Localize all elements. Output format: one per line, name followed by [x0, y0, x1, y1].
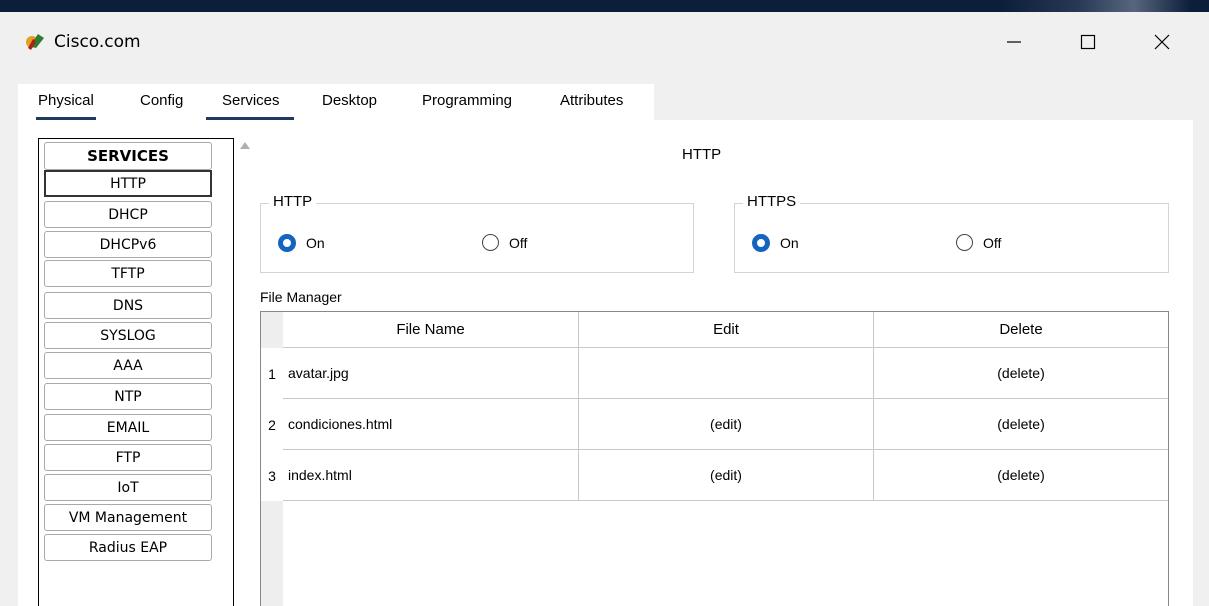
radio-selected-icon [752, 234, 770, 252]
tab-attributes[interactable]: Attributes [560, 92, 623, 116]
https-groupbox: HTTPS On Off [734, 193, 1169, 273]
file-manager-label: File Manager [260, 289, 342, 305]
row-number: 1 [261, 348, 283, 399]
delete-link[interactable]: (delete) [874, 450, 1168, 501]
edit-link[interactable]: (edit) [579, 399, 874, 450]
tab-desktop[interactable]: Desktop [322, 92, 377, 116]
radio-label: On [306, 235, 325, 251]
service-ntp[interactable]: NTP [44, 383, 212, 410]
tab-services[interactable]: Services [206, 92, 294, 120]
services-scrollbar[interactable] [236, 138, 258, 606]
service-dhcpv6[interactable]: DHCPv6 [44, 231, 212, 258]
edit-link[interactable] [579, 348, 874, 399]
https-off-radio[interactable]: Off [956, 234, 1001, 251]
services-header: SERVICES [44, 142, 212, 170]
file-name-cell: condiciones.html [283, 399, 579, 450]
radio-unselected-icon [956, 234, 973, 251]
service-aaa[interactable]: AAA [44, 352, 212, 379]
radio-unselected-icon [482, 234, 499, 251]
row-number: 2 [261, 399, 283, 450]
tab-label: Config [140, 92, 184, 109]
http-group-legend: HTTP [269, 193, 317, 210]
service-iot[interactable]: IoT [44, 474, 212, 501]
edit-link[interactable]: (edit) [579, 450, 874, 501]
radio-selected-icon [278, 234, 296, 252]
maximize-button[interactable] [1068, 24, 1108, 60]
column-header-file-name: File Name [283, 312, 579, 348]
tab-config[interactable]: Config [140, 92, 183, 116]
tab-label: Attributes [560, 92, 624, 109]
page-title: HTTP [682, 146, 722, 163]
http-groupbox: HTTP On Off [260, 193, 694, 273]
service-syslog[interactable]: SYSLOG [44, 322, 212, 349]
http-on-radio[interactable]: On [278, 234, 325, 252]
service-email[interactable]: EMAIL [44, 414, 212, 441]
radio-label: Off [509, 234, 528, 251]
tab-programming[interactable]: Programming [422, 92, 512, 116]
file-name-cell: avatar.jpg [283, 348, 579, 399]
tab-label: Programming [422, 92, 513, 109]
services-list: SERVICES HTTP DHCP DHCPv6 TFTP DNS SYSLO… [38, 138, 234, 606]
window-title: Cisco.com [54, 32, 141, 52]
tab-physical[interactable]: Physical [36, 92, 96, 120]
table-row: 1 avatar.jpg (delete) [261, 348, 1168, 399]
service-http[interactable]: HTTP [44, 170, 212, 197]
service-dns[interactable]: DNS [44, 292, 212, 319]
service-vm-management[interactable]: VM Management [44, 504, 212, 531]
close-icon [1154, 34, 1170, 50]
file-manager-table: File Name Edit Delete 1 avatar.jpg (dele… [260, 311, 1169, 606]
maximize-icon [1080, 34, 1096, 50]
radio-label: On [780, 235, 799, 251]
service-dhcp[interactable]: DHCP [44, 201, 212, 228]
services-content: SERVICES HTTP DHCP DHCPv6 TFTP DNS SYSLO… [18, 120, 1193, 606]
https-on-radio[interactable]: On [752, 234, 799, 252]
tab-label: Desktop [322, 92, 378, 109]
https-group-legend: HTTPS [743, 193, 801, 210]
scroll-up-arrow-icon[interactable] [240, 142, 250, 149]
desktop-strip [0, 0, 1209, 12]
close-button[interactable] [1142, 24, 1182, 60]
column-header-delete: Delete [874, 312, 1168, 348]
packet-tracer-app-icon [26, 34, 44, 50]
device-tab-bar: Physical Config Services Desktop Program… [18, 84, 654, 120]
tab-label: Services [222, 92, 280, 109]
http-off-radio[interactable]: Off [482, 234, 527, 251]
table-row: 3 index.html (edit) (delete) [261, 450, 1168, 501]
minimize-icon [1007, 41, 1021, 43]
delete-link[interactable]: (delete) [874, 348, 1168, 399]
service-tftp[interactable]: TFTP [44, 260, 212, 287]
window-titlebar: Cisco.com [0, 12, 1209, 74]
delete-link[interactable]: (delete) [874, 399, 1168, 450]
tab-label: Physical [38, 92, 94, 109]
column-header-edit: Edit [579, 312, 874, 348]
file-name-cell: index.html [283, 450, 579, 501]
table-row: 2 condiciones.html (edit) (delete) [261, 399, 1168, 450]
radio-label: Off [983, 234, 1002, 251]
row-number: 3 [261, 450, 283, 501]
desktop-decor [1001, 0, 1191, 12]
service-ftp[interactable]: FTP [44, 444, 212, 471]
service-radius-eap[interactable]: Radius EAP [44, 534, 212, 561]
minimize-button[interactable] [994, 24, 1034, 60]
